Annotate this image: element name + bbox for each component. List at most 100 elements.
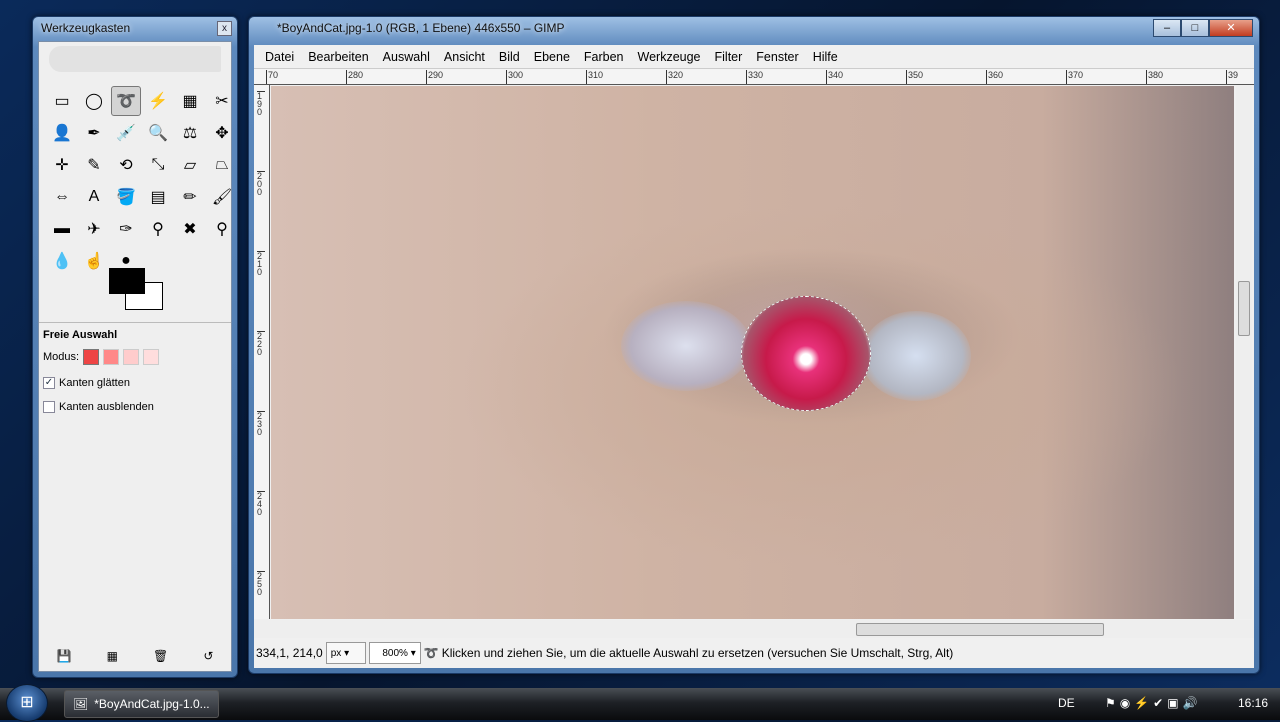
tool-free-select[interactable]: ➰ (111, 86, 141, 116)
delete-options-icon[interactable]: 🗑 (153, 649, 168, 663)
save-options-icon[interactable]: 💾 (57, 649, 72, 663)
zoom-select[interactable]: 800% ▾ (368, 642, 421, 664)
ruler-tick-label: 230 (257, 411, 265, 437)
tool-paths[interactable]: ✒ (79, 118, 109, 148)
language-indicator[interactable]: DE (1058, 696, 1075, 710)
menu-fenster[interactable]: Fenster (749, 50, 805, 64)
antialias-checkbox[interactable]: ✓ (43, 377, 55, 389)
vertical-scroll-thumb[interactable] (1238, 281, 1250, 336)
tool-fuzzy-select[interactable]: ⚡ (143, 86, 173, 116)
eye-white-right (861, 311, 971, 401)
ruler-tick-label: 250 (257, 571, 265, 597)
ruler-tick-label: 380 (1146, 70, 1163, 84)
tool-ellipse-select[interactable]: ◯ (79, 86, 109, 116)
minimize-button[interactable]: – (1153, 19, 1181, 37)
horizontal-scrollbar[interactable] (254, 620, 1254, 638)
tool-smudge[interactable]: ☝ (79, 246, 109, 276)
reset-options-icon[interactable]: ↺ (203, 649, 213, 663)
feather-label: Kanten ausblenden (59, 401, 154, 413)
tool-perspective[interactable]: ⏢ (207, 150, 237, 180)
ruler-tick-label: 360 (986, 70, 1003, 84)
tool-ink[interactable]: ✑ (111, 214, 141, 244)
ruler-tick-label: 370 (1066, 70, 1083, 84)
tool-rotate[interactable]: ⟲ (111, 150, 141, 180)
tool-foreground-select[interactable]: 👤 (47, 118, 77, 148)
lasso-icon: ➰ (423, 646, 439, 660)
tray-icons[interactable]: ⚑◉⚡✔▣🔊 (1105, 696, 1202, 710)
tool-move[interactable]: ✥ (207, 118, 237, 148)
eye-white-left (621, 301, 751, 391)
unit-select[interactable]: px ▾ (325, 642, 366, 664)
horizontal-ruler[interactable]: 70 280 290 300 310 320 330 340 350 360 370 380 39 (254, 69, 1254, 85)
feather-checkbox[interactable] (43, 401, 55, 413)
foreground-color[interactable] (109, 268, 145, 294)
tool-bucket-fill[interactable]: 🪣 (111, 182, 141, 212)
tool-shear[interactable]: ▱ (175, 150, 205, 180)
menu-bild[interactable]: Bild (492, 50, 527, 64)
vertical-ruler[interactable]: 190 200 210 220 230 240 250 (254, 85, 270, 619)
tool-flip[interactable]: ⇔ (47, 182, 77, 212)
tool-crop[interactable]: ✎ (79, 150, 109, 180)
menu-auswahl[interactable]: Auswahl (376, 50, 437, 64)
tool-perspective-clone[interactable]: ⚲ (207, 214, 237, 244)
tool-heal[interactable]: ✖ (175, 214, 205, 244)
menu-hilfe[interactable]: Hilfe (806, 50, 845, 64)
vertical-scrollbar[interactable] (1236, 86, 1252, 619)
ruler-tick-label: 350 (906, 70, 923, 84)
menu-farben[interactable]: Farben (577, 50, 631, 64)
tool-align[interactable]: ✛ (47, 150, 77, 180)
restore-options-icon[interactable]: ▦ (107, 649, 118, 663)
tool-measure[interactable]: ⚖ (175, 118, 205, 148)
toolbox-window: Werkzeugkasten x ▭ ◯ ➰ ⚡ ▦ ✂ 👤 ✒ 💉 🔍 ⚖ ✥ ✛ ✎ ⟲ ⤡ ▱ ⏢ ⇔ A 🪣 ▤ ✏… (32, 16, 238, 678)
taskbar-item-label: *BoyAndCat.jpg-1.0... (94, 697, 210, 711)
mode-intersect-button[interactable] (143, 349, 160, 365)
tool-text[interactable]: A (79, 182, 109, 212)
ruler-tick-label: 210 (257, 251, 265, 277)
tool-paintbrush[interactable]: 🖌 (207, 182, 237, 212)
mode-add-button[interactable] (103, 349, 120, 365)
ruler-tick-label: 190 (257, 91, 265, 117)
menu-ansicht[interactable]: Ansicht (437, 50, 492, 64)
tool-options: Freie Auswahl Modus: ✓ Kanten glätten Kan… (39, 322, 231, 419)
maximize-button[interactable]: □ (1181, 19, 1209, 37)
start-button[interactable]: ⊞ (6, 684, 48, 722)
horizontal-scroll-thumb[interactable] (856, 623, 1104, 636)
zoom-value: 800% (382, 647, 408, 659)
tool-options-title: Freie Auswahl (43, 329, 118, 341)
toolbox-close-button[interactable]: x (217, 21, 232, 36)
image-window: *BoyAndCat.jpg-1.0 (RGB, 1 Ebene) 446x55… (248, 16, 1260, 674)
mode-replace-button[interactable] (83, 349, 100, 365)
menu-datei[interactable]: Datei (258, 50, 301, 64)
menu-bearbeiten[interactable]: Bearbeiten (301, 50, 375, 64)
tool-color-picker[interactable]: 💉 (111, 118, 141, 148)
ruler-tick-label: 200 (257, 171, 265, 197)
ruler-tick-label: 300 (506, 70, 523, 84)
ruler-tick-label: 39 (1226, 70, 1238, 84)
clock[interactable]: 16:16 (1238, 696, 1268, 710)
window-title: *BoyAndCat.jpg-1.0 (RGB, 1 Ebene) 446x55… (277, 21, 565, 35)
tool-zoom[interactable]: 🔍 (143, 118, 173, 148)
taskbar-item-gimp[interactable]: 🖼 *BoyAndCat.jpg-1.0... (64, 690, 219, 718)
image-canvas[interactable] (271, 86, 1234, 619)
mode-label: Modus: (43, 351, 80, 363)
tool-scale[interactable]: ⤡ (143, 150, 173, 180)
menu-filter[interactable]: Filter (708, 50, 750, 64)
tool-pencil[interactable]: ✏ (175, 182, 205, 212)
gimp-icon: 🖼 (73, 697, 89, 711)
ruler-tick-label: 330 (746, 70, 763, 84)
tool-blur-sharpen[interactable]: 💧 (47, 246, 77, 276)
menu-ebene[interactable]: Ebene (527, 50, 577, 64)
statusbar: 334,1, 214,0 px ▾ 800% ▾ ➰ Klicken und z… (254, 641, 1254, 665)
tool-clone[interactable]: ⚲ (143, 214, 173, 244)
mode-subtract-button[interactable] (123, 349, 140, 365)
tool-airbrush[interactable]: ✈ (79, 214, 109, 244)
tool-rect-select[interactable]: ▭ (47, 86, 77, 116)
tool-blend[interactable]: ▤ (143, 182, 173, 212)
tool-eraser[interactable]: ▬ (47, 214, 77, 244)
selection-marquee[interactable] (741, 296, 871, 411)
tool-scissors[interactable]: ✂ (207, 86, 237, 116)
menu-werkzeuge[interactable]: Werkzeuge (631, 50, 708, 64)
close-button[interactable]: ✕ (1209, 19, 1253, 37)
color-selector[interactable] (109, 268, 165, 310)
tool-select-by-color[interactable]: ▦ (175, 86, 205, 116)
